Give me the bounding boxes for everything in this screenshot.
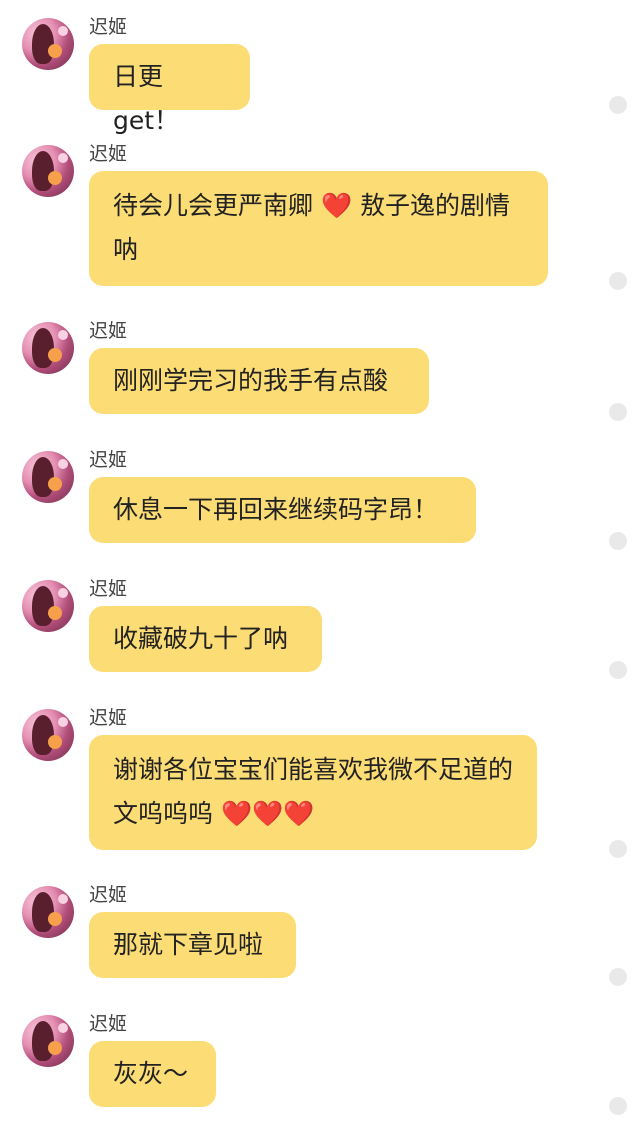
read-status-dot-icon — [609, 661, 627, 679]
sender-name: 迟姬 — [89, 707, 128, 729]
message-bubble[interactable]: 刚刚学完习的我手有点酸 — [89, 348, 429, 414]
sender-name: 迟姬 — [89, 16, 128, 38]
read-status-dot-icon — [609, 1097, 627, 1115]
read-status-dot-icon — [609, 272, 627, 290]
avatar[interactable] — [22, 580, 74, 632]
avatar[interactable] — [22, 709, 74, 761]
message-text: 那就下章见啦 — [113, 930, 264, 959]
read-status-dot-icon — [609, 403, 627, 421]
avatar[interactable] — [22, 451, 74, 503]
avatar[interactable] — [22, 886, 74, 938]
avatar[interactable] — [22, 1015, 74, 1067]
read-status-dot-icon — [609, 840, 627, 858]
read-status-dot-icon — [609, 532, 627, 550]
read-status-dot-icon — [609, 96, 627, 114]
message-text: 收藏破九十了呐 — [113, 624, 289, 653]
chat-thread: 迟姬 日更 get！ 迟姬 待会儿会更严南卿 ❤️ 敖子逸的剧情呐 迟姬 刚刚学… — [0, 0, 640, 1138]
message-bubble[interactable]: 那就下章见啦 — [89, 912, 296, 978]
message-text: 日更 get！ — [113, 62, 180, 135]
sender-name: 迟姬 — [89, 1013, 128, 1035]
avatar[interactable] — [22, 18, 74, 70]
message-bubble[interactable]: 休息一下再回来继续码字昂！ — [89, 477, 476, 543]
read-status-dot-icon — [609, 968, 627, 986]
avatar[interactable] — [22, 322, 74, 374]
sender-name: 迟姬 — [89, 884, 128, 906]
sender-name: 迟姬 — [89, 578, 128, 600]
message-text: 待会儿会更严南卿 ❤️ 敖子逸的剧情呐 — [113, 191, 511, 264]
message-bubble[interactable]: 灰灰～ — [89, 1041, 216, 1107]
message-text: 灰灰～ — [113, 1059, 189, 1088]
message-text: 谢谢各位宝宝们能喜欢我微不足道的文呜呜呜 ❤️❤️❤️ — [113, 755, 514, 828]
message-bubble[interactable]: 日更 get！ — [89, 44, 250, 135]
message-text: 休息一下再回来继续码字昂！ — [113, 495, 439, 524]
message-bubble[interactable]: 待会儿会更严南卿 ❤️ 敖子逸的剧情呐 — [89, 171, 548, 286]
sender-name: 迟姬 — [89, 320, 128, 342]
avatar[interactable] — [22, 145, 74, 197]
sender-name: 迟姬 — [89, 449, 128, 471]
message-bubble[interactable]: 收藏破九十了呐 — [89, 606, 322, 672]
message-text: 刚刚学完习的我手有点酸 — [113, 366, 389, 395]
message-bubble[interactable]: 谢谢各位宝宝们能喜欢我微不足道的文呜呜呜 ❤️❤️❤️ — [89, 735, 537, 850]
sender-name: 迟姬 — [89, 143, 128, 165]
